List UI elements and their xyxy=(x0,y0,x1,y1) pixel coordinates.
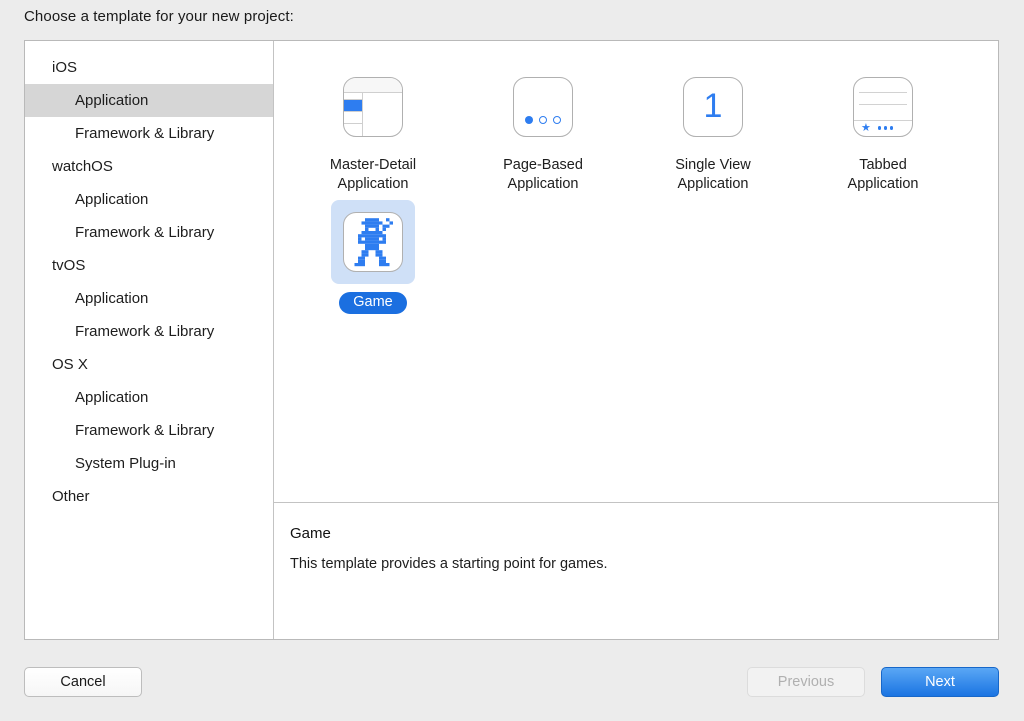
template-tile-wrap xyxy=(501,65,585,148)
sidebar-item-framework-library[interactable]: Framework & Library xyxy=(25,414,273,447)
sidebar-item-ios[interactable]: iOS xyxy=(25,51,273,84)
page-based-icon xyxy=(513,76,573,137)
template-game[interactable]: Game xyxy=(288,194,458,329)
sidebar-item-tvos[interactable]: tvOS xyxy=(25,249,273,282)
sidebar-item-framework-library[interactable]: Framework & Library xyxy=(25,216,273,249)
template-tile-wrap xyxy=(331,65,415,148)
game-robot-icon xyxy=(343,212,403,272)
template-label: Tabbed Application xyxy=(847,157,919,192)
sidebar-item-framework-library[interactable]: Framework & Library xyxy=(25,117,273,150)
template-chooser-panel: iOS Application Framework & Library watchOS… xyxy=(24,40,999,640)
content-area: Master-Detail Application Page-Based Appl… xyxy=(274,41,998,639)
template-tile-wrap: 1 xyxy=(671,65,755,148)
next-button[interactable]: Next xyxy=(881,667,999,697)
template-tile-wrap: ★ xyxy=(841,65,925,148)
tabbed-icon: ★ xyxy=(853,76,913,137)
sidebar-item-framework-library[interactable]: Framework & Library xyxy=(25,315,273,348)
description-pane: Game This template provides a starting p… xyxy=(274,503,998,639)
sidebar-item-os-x[interactable]: OS X xyxy=(25,348,273,381)
platform-sidebar[interactable]: iOS Application Framework & Library watchOS… xyxy=(25,41,274,639)
template-label: Page-Based Application xyxy=(503,157,583,192)
cancel-button[interactable]: Cancel xyxy=(24,667,142,697)
sidebar-item-application[interactable]: Application xyxy=(25,84,273,117)
template-label: Game xyxy=(339,292,407,314)
template-single-view[interactable]: 1 Single View Application xyxy=(628,59,798,194)
sidebar-item-application[interactable]: Application xyxy=(25,282,273,315)
sidebar-item-watchos[interactable]: watchOS xyxy=(25,150,273,183)
single-view-icon: 1 xyxy=(683,76,743,137)
template-page-based[interactable]: Page-Based Application xyxy=(458,59,628,194)
template-label: Single View Application xyxy=(675,157,751,192)
template-master-detail[interactable]: Master-Detail Application xyxy=(288,59,458,194)
previous-button[interactable]: Previous xyxy=(747,667,865,697)
sidebar-item-application[interactable]: Application xyxy=(25,183,273,216)
template-tile-wrap xyxy=(331,200,415,284)
template-tabbed[interactable]: ★ Tabbed Application xyxy=(798,59,968,194)
page-title: Choose a template for your new project: xyxy=(24,8,294,25)
template-grid[interactable]: Master-Detail Application Page-Based Appl… xyxy=(274,41,998,503)
sidebar-item-application[interactable]: Application xyxy=(25,381,273,414)
sidebar-item-system-plug-in[interactable]: System Plug-in xyxy=(25,447,273,480)
master-detail-icon xyxy=(343,76,403,137)
description-title: Game xyxy=(290,525,331,542)
sidebar-item-other[interactable]: Other xyxy=(25,480,273,513)
description-body: This template provides a starting point … xyxy=(290,556,608,572)
template-label: Master-Detail Application xyxy=(329,157,417,192)
